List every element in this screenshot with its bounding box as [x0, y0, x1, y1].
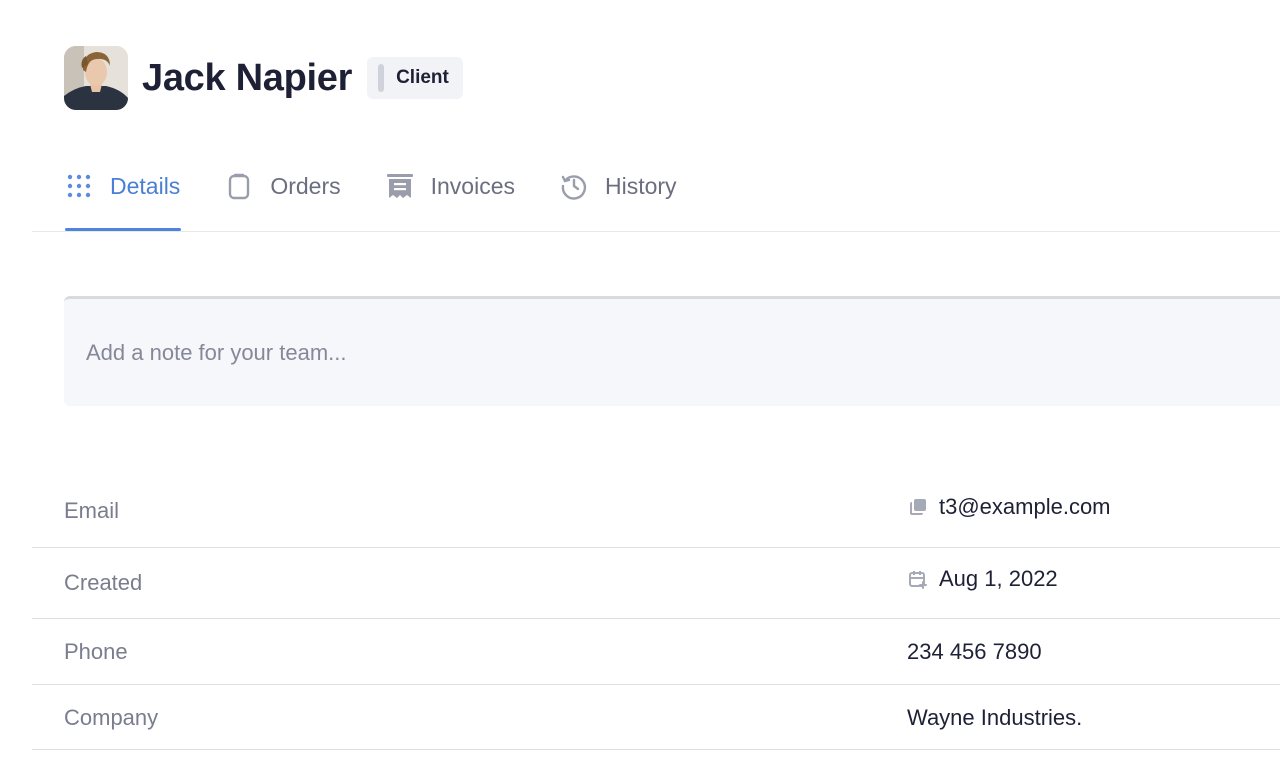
detail-row-created: Created Aug 1, 2022: [32, 548, 1280, 619]
avatar: [64, 46, 128, 110]
tabs-divider: [32, 231, 1280, 232]
tab-orders-label: Orders: [270, 172, 341, 199]
tab-bar: Details Orders Invoices History: [64, 160, 721, 231]
team-note: [64, 296, 1280, 406]
tab-history-label: History: [604, 172, 677, 199]
details-list: Email t3@example.com Created Aug 1, 2022: [32, 472, 1280, 750]
created-label: Created: [64, 570, 143, 595]
badge-bar: [378, 64, 385, 92]
email-label: Email: [64, 498, 120, 523]
tab-details[interactable]: Details: [64, 160, 182, 231]
company-label: Company: [64, 705, 159, 730]
badge-label: Client: [396, 67, 449, 88]
detail-row-company: Company Wayne Industries.: [32, 685, 1280, 750]
client-badge: Client: [367, 57, 463, 99]
detail-row-phone: Phone 234 456 7890: [32, 619, 1280, 685]
calendar-plus-icon: [907, 568, 929, 590]
note-input[interactable]: [64, 299, 1280, 406]
email-value-group: t3@example.com: [907, 494, 1111, 520]
page-title: Jack Napier: [142, 56, 353, 99]
tab-details-label: Details: [110, 172, 181, 199]
clipboard-icon: [224, 171, 254, 201]
phone-label: Phone: [64, 639, 128, 664]
receipt-icon: [385, 171, 415, 201]
tab-orders[interactable]: Orders: [224, 160, 341, 212]
tab-invoices[interactable]: Invoices: [385, 160, 515, 212]
tab-invoices-label: Invoices: [430, 172, 515, 199]
company-value: Wayne Industries.: [907, 705, 1083, 730]
phone-value: 234 456 7890: [907, 639, 1042, 664]
created-value: Aug 1, 2022: [939, 566, 1058, 591]
created-value-group: Aug 1, 2022: [907, 566, 1058, 592]
history-icon: [559, 171, 589, 201]
tab-history[interactable]: History: [559, 160, 677, 212]
detail-row-email: Email t3@example.com: [32, 472, 1280, 548]
copy-icon[interactable]: [907, 496, 929, 518]
email-value: t3@example.com: [939, 494, 1111, 519]
profile-header: Jack Napier Client: [64, 46, 463, 110]
grid-dots-icon: [64, 171, 94, 201]
